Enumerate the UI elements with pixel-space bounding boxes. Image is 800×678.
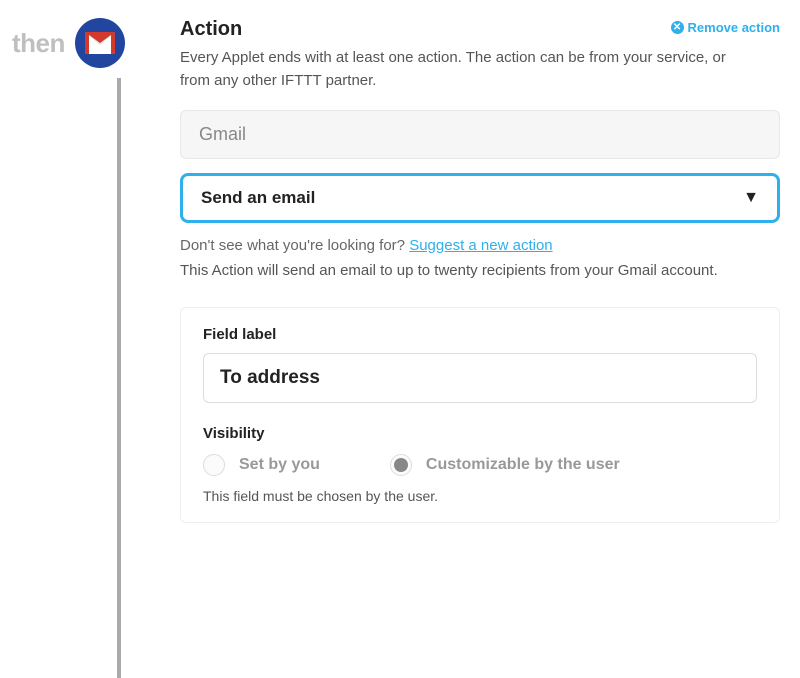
suggest-row: Don't see what you're looking for? Sugge… [180,237,780,254]
section-description: Every Applet ends with at least one acti… [180,47,740,92]
field-note: This field must be chosen by the user. [203,488,757,504]
visibility-option-customizable[interactable]: Customizable by the user [390,454,620,476]
field-panel: Field label Visibility Set by you Custom… [180,307,780,523]
gmail-icon [85,32,115,54]
field-label-title: Field label [203,326,757,343]
action-note: This Action will send an email to up to … [180,262,780,279]
action-select[interactable]: Send an email ▼ [180,173,780,223]
visibility-option-set-by-you[interactable]: Set by you [203,454,320,476]
suggest-prefix: Don't see what you're looking for? [180,237,409,254]
visibility-title: Visibility [203,425,757,442]
remove-action-label: Remove action [688,20,780,35]
then-label: then [12,28,65,59]
suggest-action-link[interactable]: Suggest a new action [409,237,552,254]
chevron-down-icon: ▼ [743,189,759,207]
remove-icon: ✕ [671,21,684,34]
field-label-input[interactable] [203,353,757,403]
section-title: Action [180,18,242,41]
action-select-value: Send an email [201,188,315,208]
radio-label: Customizable by the user [426,456,620,474]
service-name-input[interactable]: Gmail [180,110,780,159]
remove-action-link[interactable]: ✕ Remove action [671,20,780,35]
radio-icon [390,454,412,476]
radio-label: Set by you [239,456,320,474]
radio-icon [203,454,225,476]
service-badge[interactable] [75,18,125,68]
connector-line [117,78,121,678]
